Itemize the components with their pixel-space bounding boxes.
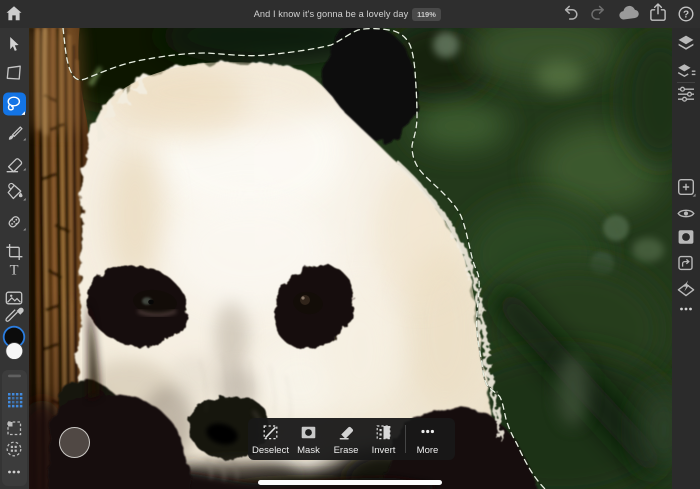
svg-text:T: T bbox=[10, 263, 19, 279]
svg-text:?: ? bbox=[683, 10, 689, 21]
